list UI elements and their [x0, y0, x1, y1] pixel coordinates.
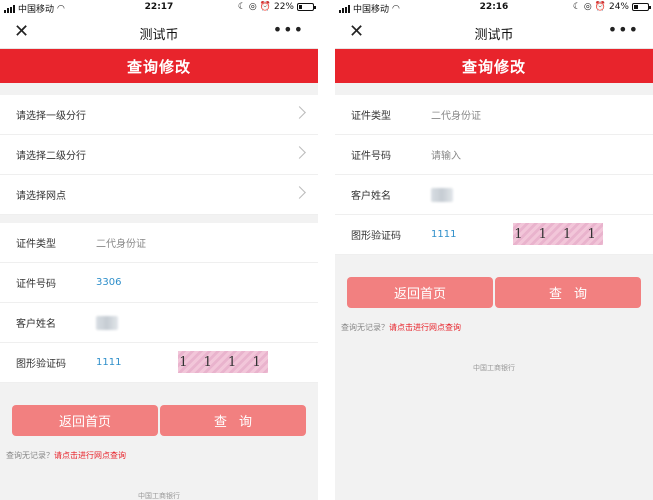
customer-name-redacted	[431, 187, 453, 202]
moon-icon: ☾	[572, 2, 581, 12]
chevron-right-icon	[293, 146, 306, 159]
id-number-field[interactable]: 3306	[96, 277, 121, 288]
captcha-image[interactable]: 1 1 1 1	[513, 223, 603, 245]
id-number-input[interactable]: 请输入	[431, 147, 461, 162]
back-home-button[interactable]: 返回首页	[12, 405, 158, 436]
location-icon: ◎	[248, 2, 257, 12]
form-section: 证件类型 二代身份证 证件号码 3306 客户姓名 图形验证码 1111 1 1…	[0, 223, 318, 383]
phone-screen-right: 中国移动 ◠ 22:16 ☾ ◎ ⏰ 24% ✕ 测试币 ••• 查询修改 证件…	[335, 0, 653, 500]
banner-title: 查询修改	[0, 49, 318, 83]
id-type-label: 证件类型	[351, 111, 391, 122]
chevron-right-icon	[293, 106, 306, 119]
moon-icon: ☾	[237, 2, 246, 12]
status-bar: 中国移动 ◠ 22:16 ☾ ◎ ⏰ 24%	[335, 0, 653, 16]
query-button[interactable]: 查询	[160, 405, 306, 436]
phone-screen-left: 中国移动 ◠ 22:17 ☾ ◎ ⏰ 22% ✕ 测试币 ••• 查询修改 请选…	[0, 0, 318, 500]
captcha-row: 图形验证码 1111 1 1 1 1	[335, 215, 653, 255]
id-number-row: 证件号码 3306	[0, 263, 318, 303]
select-label: 请选择一级分行	[16, 111, 86, 122]
select-label: 请选择二级分行	[16, 151, 86, 162]
customer-name-row: 客户姓名	[0, 303, 318, 343]
select-label: 请选择网点	[16, 191, 66, 202]
captcha-image[interactable]: 1 1 1 1	[178, 351, 268, 373]
no-record-hint: 查询无记录？请点击进行网点查询	[0, 450, 318, 461]
location-icon: ◎	[583, 2, 592, 12]
hint-text: 查询无记录？	[341, 323, 389, 332]
page-title: 测试币	[474, 28, 514, 43]
title-bar: ✕ 测试币 •••	[335, 16, 653, 49]
select-secondary-branch[interactable]: 请选择二级分行	[0, 135, 318, 175]
footer-bank-name: 中国工商银行	[473, 364, 515, 372]
query-button[interactable]: 查询	[495, 277, 641, 308]
banner-title: 查询修改	[335, 49, 653, 83]
battery-icon	[632, 3, 651, 11]
hint-text: 查询无记录？	[6, 451, 54, 460]
select-primary-branch[interactable]: 请选择一级分行	[0, 95, 318, 135]
more-icon[interactable]: •••	[608, 20, 639, 39]
more-icon[interactable]: •••	[273, 20, 304, 39]
id-type-value: 二代身份证	[96, 239, 146, 250]
status-bar: 中国移动 ◠ 22:17 ☾ ◎ ⏰ 22%	[0, 0, 318, 16]
id-type-value: 二代身份证	[431, 111, 481, 122]
title-bar: ✕ 测试币 •••	[0, 16, 318, 49]
captcha-label: 图形验证码	[16, 359, 66, 370]
battery-icon	[297, 3, 316, 11]
customer-name-label: 客户姓名	[16, 319, 56, 330]
captcha-label: 图形验证码	[351, 231, 401, 242]
id-number-label: 证件号码	[16, 279, 56, 290]
id-type-row[interactable]: 证件类型 二代身份证	[0, 223, 318, 263]
footer-bank-name: 中国工商银行	[138, 492, 180, 500]
outlet-query-link[interactable]: 请点击进行网点查询	[54, 451, 126, 460]
id-type-label: 证件类型	[16, 239, 56, 250]
captcha-row: 图形验证码 1111 1 1 1 1	[0, 343, 318, 383]
no-record-hint: 查询无记录？请点击进行网点查询	[335, 322, 653, 333]
customer-name-redacted	[96, 315, 118, 330]
branch-select-section: 请选择一级分行 请选择二级分行 请选择网点	[0, 95, 318, 215]
alarm-icon: ⏰	[259, 2, 271, 12]
id-number-label: 证件号码	[351, 151, 391, 162]
id-type-row[interactable]: 证件类型 二代身份证	[335, 95, 653, 135]
chevron-right-icon	[293, 186, 306, 199]
outlet-query-link[interactable]: 请点击进行网点查询	[389, 323, 461, 332]
page-title: 测试币	[139, 28, 179, 43]
captcha-field[interactable]: 1111	[431, 229, 456, 240]
battery-percent: 22%	[273, 2, 294, 12]
form-section: 证件类型 二代身份证 证件号码 请输入 客户姓名 图形验证码 1111 1 1 …	[335, 95, 653, 255]
customer-name-row: 客户姓名	[335, 175, 653, 215]
battery-percent: 24%	[608, 2, 629, 12]
back-home-button[interactable]: 返回首页	[347, 277, 493, 308]
select-outlet[interactable]: 请选择网点	[0, 175, 318, 215]
captcha-field[interactable]: 1111	[96, 357, 121, 368]
customer-name-label: 客户姓名	[351, 191, 391, 202]
id-number-row: 证件号码 请输入	[335, 135, 653, 175]
alarm-icon: ⏰	[594, 2, 606, 12]
